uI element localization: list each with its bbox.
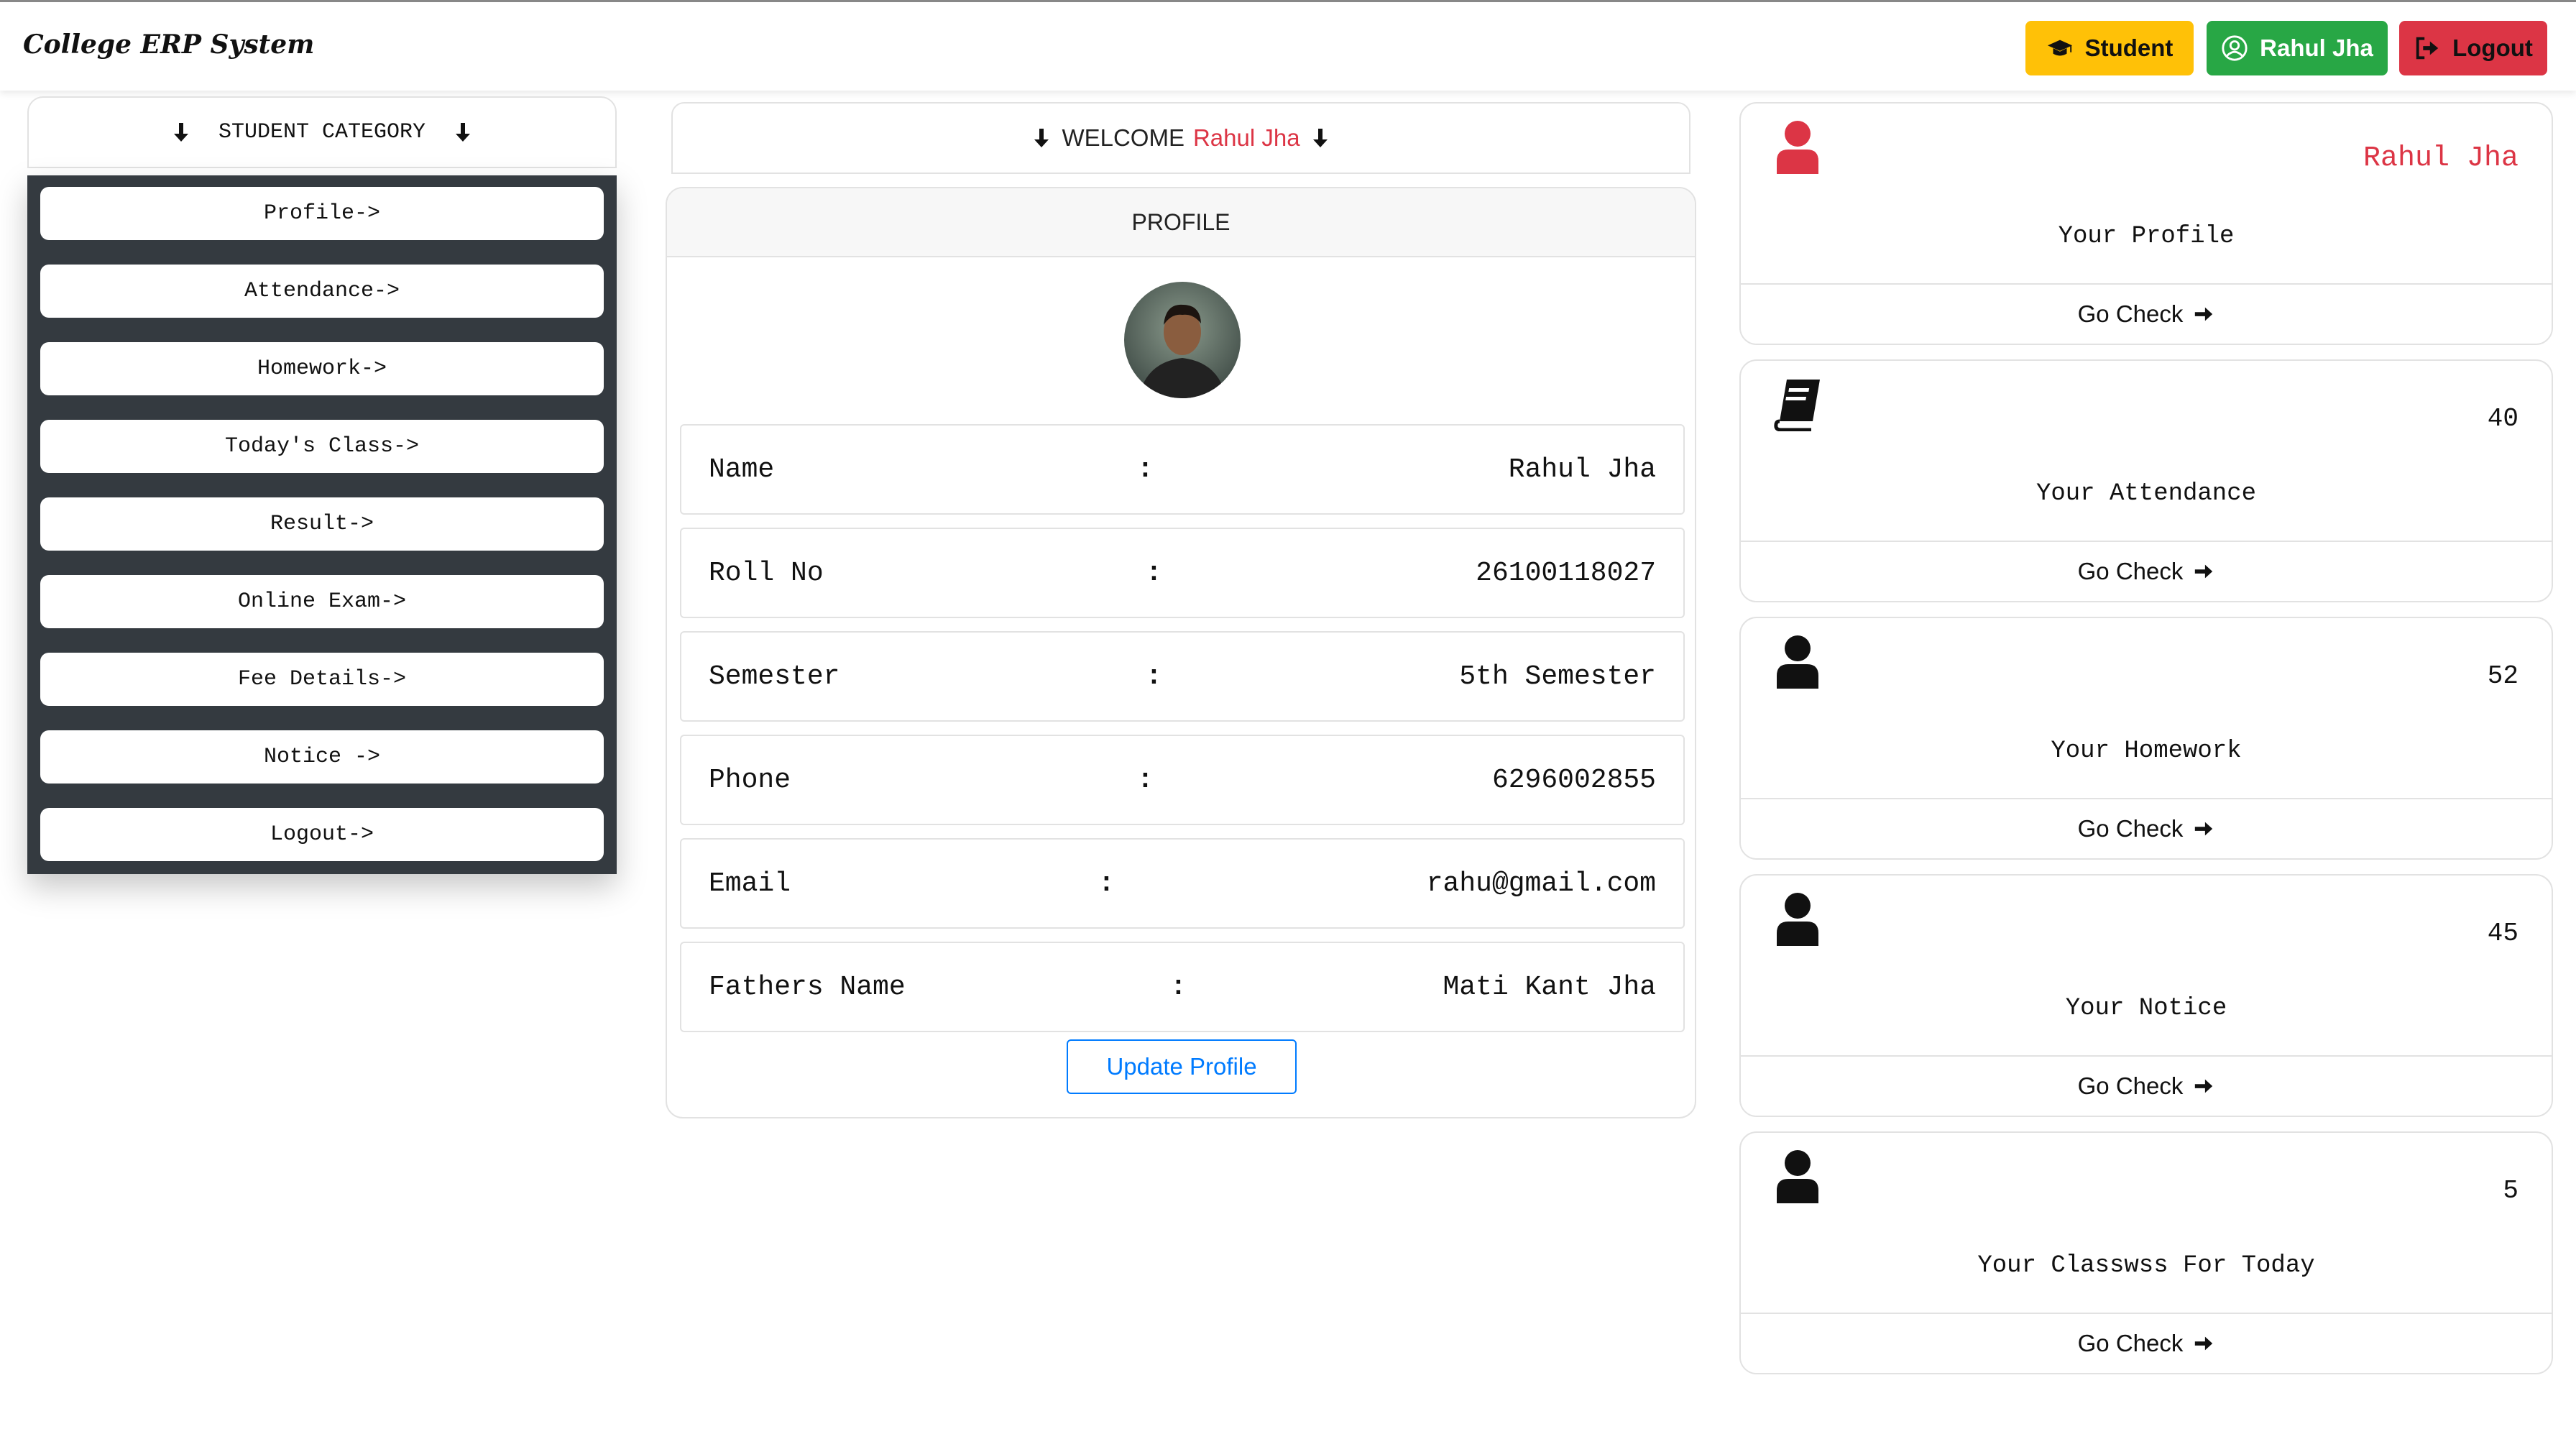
welcome-name: Rahul Jha [1192,124,1300,151]
go-check-link[interactable]: Go Check [1741,283,2552,344]
card-value: Rahul Jha [2363,142,2518,175]
attendance-card: 40 Your Attendance Go Check [1739,359,2553,602]
sign-out-icon [2416,37,2439,60]
card-label: Your Attendance [2036,480,2257,507]
arrow-right-icon [2195,564,2213,579]
profile-row-separator: : [1170,972,1187,1003]
profile-row-value: Rahul Jha [1508,454,1656,485]
sidebar-item-homework[interactable]: Homework-> [40,342,604,395]
book-icon [1774,380,1820,431]
go-check-label: Go Check [2077,1330,2184,1356]
notice-card: 45 Your Notice Go Check [1739,874,2553,1117]
user-icon [1777,893,1818,946]
user-icon [1777,1150,1818,1203]
profile-row-label: Roll No [709,558,824,589]
brand-title[interactable]: College ERP System [23,29,314,60]
go-check-label: Go Check [2077,815,2184,842]
profile-row-label: Name [709,454,775,485]
go-check-link[interactable]: Go Check [1741,1055,2552,1116]
profile-row-value: 6296002855 [1491,765,1656,796]
sidebar-item-todays-class[interactable]: Today's Class-> [40,420,604,473]
card-label: Your Notice [2065,995,2227,1022]
card-label: Your Homework [2051,738,2242,765]
user-button[interactable]: Rahul Jha [2207,21,2388,75]
sidebar-item-profile[interactable]: Profile-> [40,187,604,240]
user-circle-icon [2222,35,2248,61]
sidebar-heading: STUDENT CATEGORY [27,96,617,168]
arrow-down-icon [1034,129,1049,147]
logout-button[interactable]: Logout [2399,21,2547,75]
arrow-down-icon [456,123,471,142]
arrow-right-icon [2195,1336,2213,1351]
student-button[interactable]: Student [2025,21,2194,75]
arrow-right-icon [2195,822,2213,836]
profile-row-label: Email [709,868,791,899]
profile-row-separator: : [1146,661,1162,692]
profile-row-semester: Semester : 5th Semester [680,631,1685,722]
sidebar-item-notice[interactable]: Notice -> [40,730,604,784]
top-navbar: College ERP System Student Rahul Jha Log… [0,0,2576,91]
welcome-banner: WELCOME Rahul Jha [671,102,1690,174]
profile-row-fathers-name: Fathers Name : Mati Kant Jha [680,942,1685,1032]
go-check-link[interactable]: Go Check [1741,1313,2552,1373]
card-label: Your Classwss For Today [1977,1252,2315,1279]
avatar [1124,282,1241,398]
classes-today-card: 5 Your Classwss For Today Go Check [1739,1131,2553,1374]
profile-row-separator: : [1137,765,1154,796]
arrow-right-icon [2195,1079,2213,1093]
homework-card: 52 Your Homework Go Check [1739,617,2553,860]
profile-row-phone: Phone : 6296002855 [680,735,1685,825]
profile-row-value: rahu@gmail.com [1426,868,1656,899]
card-value: 5 [2503,1176,2518,1205]
go-check-link[interactable]: Go Check [1741,798,2552,858]
arrow-down-icon [173,123,188,142]
user-icon [1777,635,1818,689]
update-profile-button[interactable]: Update Profile [1067,1039,1297,1094]
profile-row-label: Fathers Name [709,972,906,1003]
card-value: 40 [2487,404,2518,433]
arrow-right-icon [2195,307,2213,321]
go-check-label: Go Check [2077,300,2184,327]
profile-row-value: 26100118027 [1476,558,1656,589]
student-button-label: Student [2084,35,2174,61]
profile-row-label: Semester [709,661,840,692]
sidebar-item-logout[interactable]: Logout-> [40,808,604,861]
profile-header: PROFILE [667,188,1695,257]
profile-row-email: Email : rahu@gmail.com [680,838,1685,929]
profile-row-value: 5th Semester [1459,661,1656,692]
profile-row-separator: : [1137,454,1154,485]
card-label: Your Profile [2058,223,2235,250]
go-check-link[interactable]: Go Check [1741,541,2552,601]
logout-button-label: Logout [2452,35,2533,61]
sidebar-item-online-exam[interactable]: Online Exam-> [40,575,604,628]
welcome-prefix: WELCOME [1062,124,1184,151]
sidebar-item-result[interactable]: Result-> [40,497,604,551]
graduation-cap-icon [2047,40,2072,56]
card-value: 52 [2487,661,2518,691]
sidebar-item-fee-details[interactable]: Fee Details-> [40,653,604,706]
go-check-label: Go Check [2077,1072,2184,1099]
user-icon [1777,121,1818,174]
profile-row-name: Name : Rahul Jha [680,424,1685,515]
profile-row-separator: : [1146,558,1162,589]
card-value: 45 [2487,919,2518,948]
profile-card: PROFILE Name : Rahul Jha Roll No : 26100… [666,187,1696,1118]
profile-row-value: Mati Kant Jha [1443,972,1656,1003]
sidebar-menu: Profile-> Attendance-> Homework-> Today'… [27,175,617,874]
profile-row-label: Phone [709,765,791,796]
profile-row-roll-no: Roll No : 26100118027 [680,528,1685,618]
arrow-down-icon [1312,129,1328,147]
profile-row-separator: : [1098,868,1115,899]
go-check-label: Go Check [2077,558,2184,584]
sidebar-item-attendance[interactable]: Attendance-> [40,265,604,318]
profile-summary-card: Rahul Jha Your Profile Go Check [1739,102,2553,345]
sidebar-heading-label: STUDENT CATEGORY [218,120,426,144]
user-button-label: Rahul Jha [2260,35,2373,61]
